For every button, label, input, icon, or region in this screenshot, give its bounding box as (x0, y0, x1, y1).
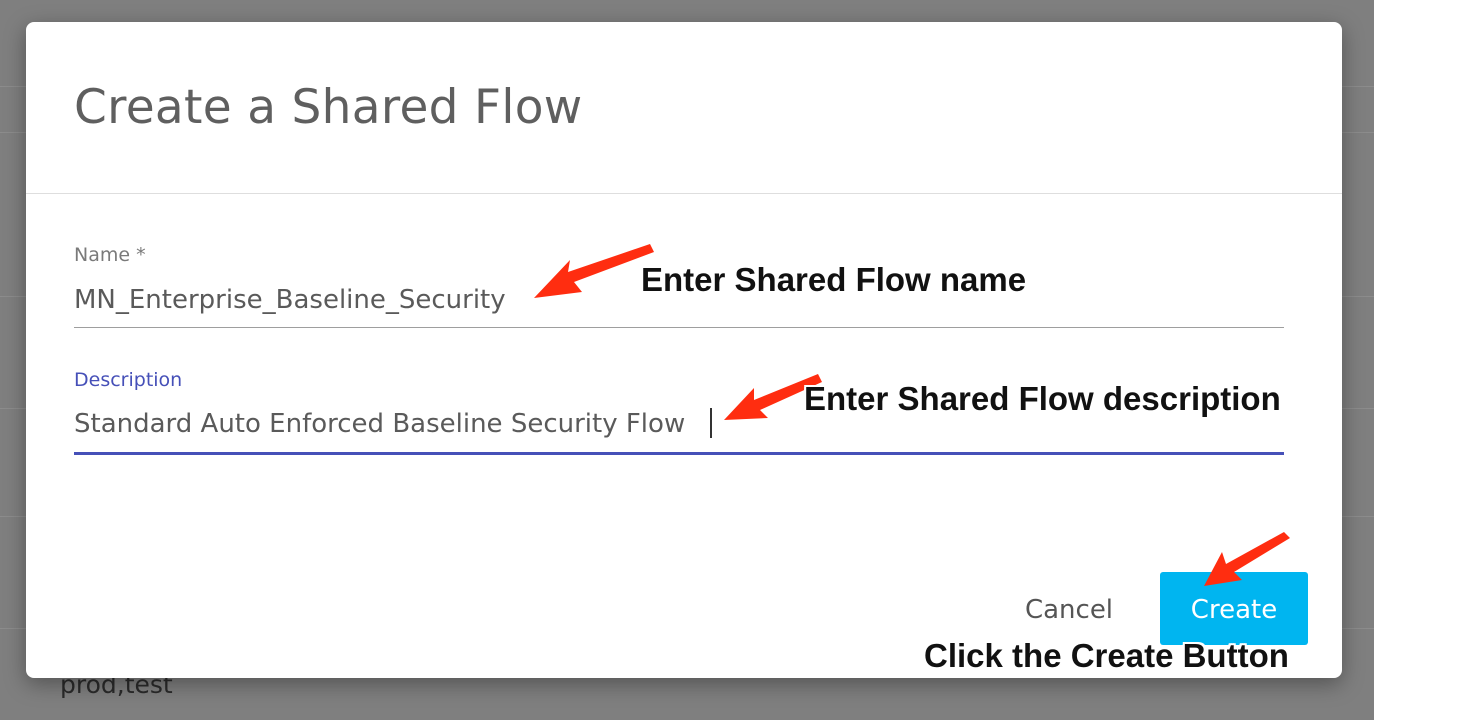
arrow-icon (1204, 532, 1290, 586)
cancel-button[interactable]: Cancel (1002, 590, 1136, 630)
description-field-label: Description (74, 369, 183, 391)
name-field-label: Name * (74, 244, 146, 266)
description-input-underline (74, 452, 1284, 455)
annotation-create-hint: Click the Create Button (924, 637, 1289, 674)
dialog-title: Create a Shared Flow (74, 80, 583, 135)
annotation-description-hint: Enter Shared Flow description (804, 380, 1281, 417)
name-input-underline (74, 327, 1284, 328)
create-shared-flow-dialog: Create a Shared Flow Name * Description … (26, 22, 1342, 678)
dialog-header-divider (26, 193, 1342, 194)
annotation-name-hint: Enter Shared Flow name (641, 261, 1027, 298)
text-caret (710, 408, 712, 438)
